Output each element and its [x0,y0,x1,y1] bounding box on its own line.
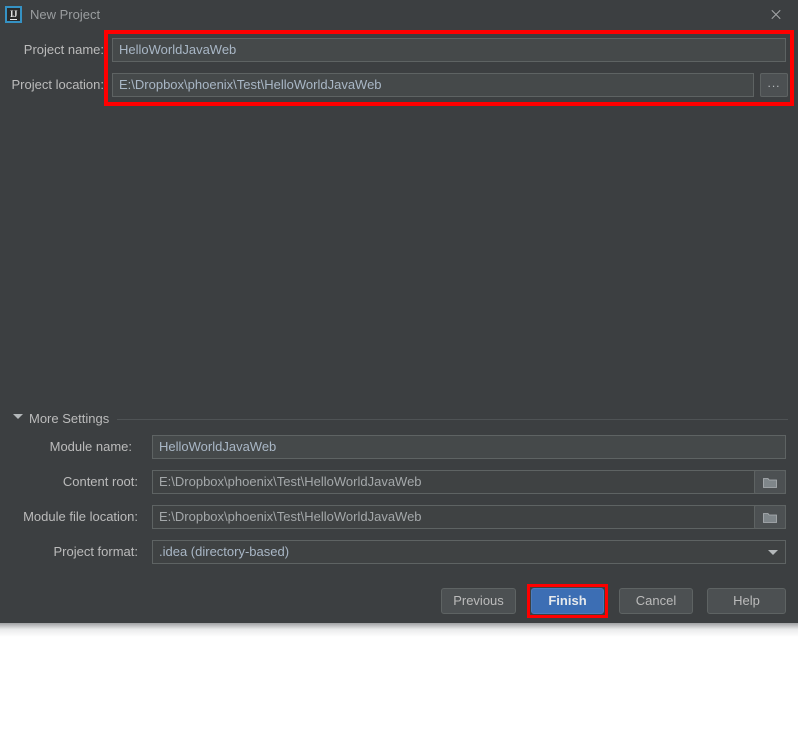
content-root-browse-button[interactable] [754,470,786,494]
module-name-label: Module name: [49,439,132,454]
project-name-label: Project name: [23,42,104,57]
content-root-input[interactable]: E:\Dropbox\phoenix\Test\HelloWorldJavaWe… [152,470,786,494]
dialog-titlebar: IJ New Project [0,0,798,30]
close-icon[interactable] [764,4,788,26]
project-location-label: Project location: [11,77,105,92]
module-file-location-label: Module file location: [23,509,138,524]
help-button[interactable]: Help [707,588,786,614]
project-format-label: Project format: [53,544,138,559]
content-root-label: Content root: [62,474,138,489]
screen-root: IJ New Project Project name: HelloWorldJ… [0,0,798,744]
finish-button[interactable]: Finish [531,588,604,614]
project-format-combo[interactable]: .idea (directory-based) [152,540,786,564]
project-location-browse-button[interactable]: ... [760,73,788,97]
folder-icon [763,478,777,488]
module-name-input[interactable]: HelloWorldJavaWeb [152,435,786,459]
new-project-dialog: IJ New Project Project name: HelloWorldJ… [0,0,798,623]
module-file-location-browse-button[interactable] [754,505,786,529]
previous-button[interactable]: Previous [441,588,516,614]
chevron-down-icon[interactable] [768,550,778,555]
dialog-drop-shadow [0,623,798,637]
more-settings-separator [117,419,788,420]
intellij-idea-icon: IJ [5,6,22,23]
dialog-title: New Project [30,7,101,22]
cancel-button[interactable]: Cancel [619,588,693,614]
more-settings-label[interactable]: More Settings [29,411,109,427]
chevron-down-icon[interactable] [13,414,23,419]
project-location-input[interactable]: E:\Dropbox\phoenix\Test\HelloWorldJavaWe… [112,73,754,97]
module-file-location-input[interactable]: E:\Dropbox\phoenix\Test\HelloWorldJavaWe… [152,505,786,529]
folder-icon [763,513,777,523]
app-icon-text: IJ [9,8,18,20]
project-name-input[interactable]: HelloWorldJavaWeb [112,38,786,62]
